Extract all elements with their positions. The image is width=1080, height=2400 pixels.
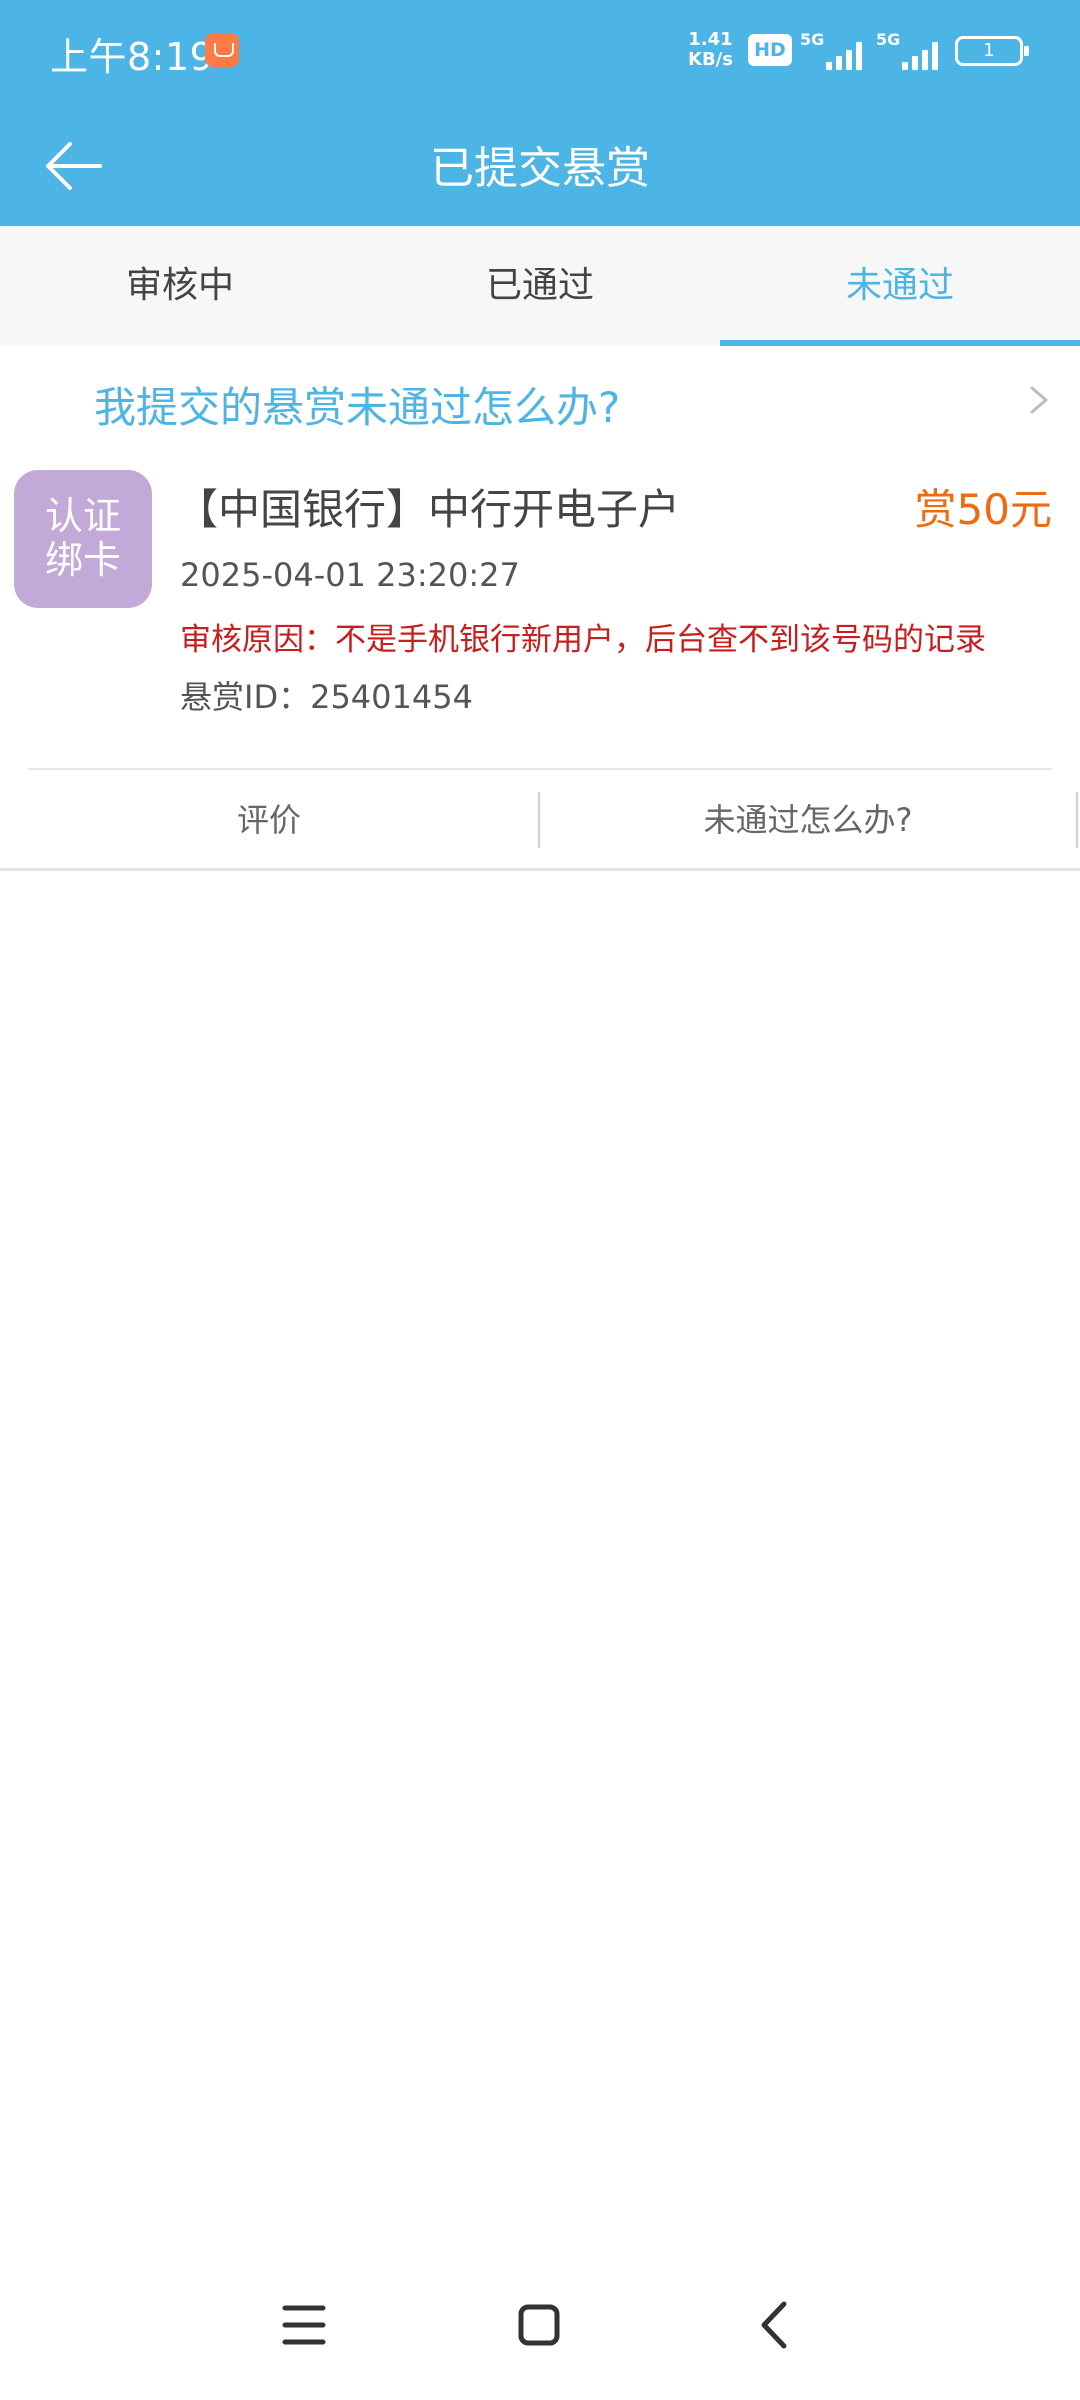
- tab-approved[interactable]: 已通过: [360, 226, 720, 346]
- help-banner[interactable]: 我提交的悬赏未通过怎么办?: [0, 346, 1080, 456]
- task-title: 【中国银行】中行开电子户: [176, 485, 681, 534]
- tab-rejected[interactable]: 未通过: [720, 226, 1080, 346]
- signal-label-2: 5G: [876, 30, 901, 49]
- task-id: 悬赏ID：25401454: [180, 678, 473, 716]
- task-review-reason: 审核原因：不是手机银行新用户，后台查不到该号码的记录: [180, 622, 986, 658]
- app-screen: 上午8:19 1.41 KB/s HD 5G 5G 1 已提交悬赏 审核中 已通…: [0, 0, 1080, 2400]
- task-reward: 赏50元: [914, 485, 1052, 534]
- title-bar: 已提交悬赏: [0, 104, 1080, 226]
- header: 上午8:19 1.41 KB/s HD 5G 5G 1 已提交悬赏: [0, 0, 1080, 226]
- network-speed-unit: KB/s: [688, 49, 733, 70]
- page-title: 已提交悬赏: [430, 143, 650, 194]
- actions-bottom-divider: [0, 868, 1080, 871]
- network-speed: 1.41 KB/s: [688, 30, 733, 70]
- nav-back-button[interactable]: [720, 2270, 830, 2380]
- status-bar: 上午8:19 1.41 KB/s HD 5G 5G 1: [0, 0, 1080, 104]
- task-avatar: 认证 绑卡: [14, 470, 152, 608]
- tab-reviewing[interactable]: 审核中: [0, 226, 360, 346]
- signal-label: 5G: [800, 30, 825, 49]
- home-square-icon: [518, 2304, 560, 2346]
- rejected-help-button[interactable]: 未通过怎么办?: [540, 770, 1076, 870]
- hd-badge: HD: [748, 34, 792, 66]
- task-time: 2025-04-01 23:20:27: [180, 556, 520, 594]
- signal-icon: 5G: [800, 30, 866, 70]
- help-banner-text: 我提交的悬赏未通过怎么办?: [94, 383, 621, 432]
- network-speed-value: 1.41: [688, 29, 733, 50]
- task-actions: 评价 未通过怎么办?: [0, 770, 1080, 870]
- status-tabs: 审核中 已通过 未通过: [0, 226, 1080, 346]
- signal-icon-2: 5G: [876, 30, 942, 70]
- battery-level: 1: [983, 40, 995, 61]
- chevron-left-icon: [761, 2301, 787, 2349]
- task-avatar-line2: 绑卡: [44, 538, 121, 582]
- battery-icon: 1: [955, 36, 1029, 66]
- chevron-right-icon: [1030, 386, 1048, 414]
- nav-menu-button[interactable]: [249, 2270, 359, 2380]
- menu-icon: [282, 2305, 326, 2345]
- task-avatar-line1: 认证: [44, 494, 121, 538]
- nav-home-button[interactable]: [484, 2270, 594, 2380]
- navigation-bar: [0, 2250, 1080, 2400]
- status-time: 上午8:19: [50, 35, 215, 79]
- task-card[interactable]: 认证 绑卡 【中国银行】中行开电子户 赏50元 2025-04-01 23:20…: [0, 456, 1080, 771]
- action-separator-right: [1076, 792, 1078, 848]
- review-button[interactable]: 评价: [0, 770, 538, 870]
- notification-app-icon: [205, 33, 239, 67]
